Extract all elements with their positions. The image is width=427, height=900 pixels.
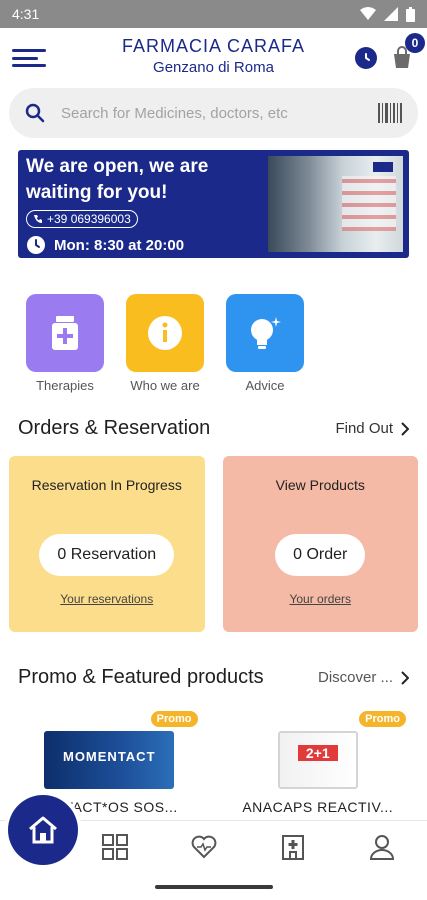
photo-screen	[373, 162, 394, 172]
discover-label: Discover ...	[317, 669, 393, 686]
opening-hours: Mon: 8:30 at 20:00	[26, 235, 260, 255]
product-image: 2+1	[277, 731, 358, 789]
discover-link[interactable]: Discover ...	[318, 669, 409, 686]
nav-categories-button[interactable]	[95, 827, 135, 867]
lightbulb-icon	[251, 317, 281, 349]
shortcut-who-we-are[interactable]: Who we are	[126, 294, 204, 393]
your-reservations-link[interactable]: Your reservations	[60, 592, 153, 606]
signal-icon	[384, 7, 398, 21]
banner-title: We are open, we are waiting for you!	[26, 156, 209, 203]
your-orders-link[interactable]: Your orders	[289, 592, 351, 606]
reservation-count-button[interactable]: 0 Reservation	[39, 534, 175, 576]
shortcut-therapies[interactable]: Therapies	[26, 294, 104, 393]
clock-icon	[365, 53, 370, 61]
cart-button[interactable]: 0	[391, 33, 425, 71]
promo-badge: Promo	[150, 711, 198, 727]
who-we-are-tile	[126, 294, 204, 372]
status-bar: 4:31	[0, 0, 427, 28]
categories-icon	[101, 834, 128, 860]
products-card-title: View Products	[275, 477, 365, 493]
search-icon	[25, 103, 45, 123]
shortcut-label: Who we are	[130, 378, 200, 393]
shortcut-advice[interactable]: Advice	[226, 294, 304, 393]
app-header: FARMACIA CARAFA Genzano di Roma 0	[0, 28, 427, 88]
home-icon	[29, 816, 57, 844]
clock-icon	[27, 236, 45, 254]
nav-profile-button[interactable]	[362, 827, 402, 867]
pharmacy-icon	[282, 835, 305, 860]
opening-hours-button[interactable]	[355, 47, 377, 69]
orders-cards: Reservation In Progress 0 Reservation Yo…	[0, 456, 427, 632]
phone-icon	[34, 215, 42, 223]
status-icons	[360, 6, 415, 22]
menu-button[interactable]	[12, 46, 50, 70]
orders-section-title: Orders & Reservation	[18, 417, 211, 439]
promo-badge: Promo	[359, 711, 406, 727]
search-bar	[9, 88, 418, 138]
pharmacy-photo	[268, 156, 403, 252]
gesture-bar[interactable]	[155, 885, 273, 889]
phone-number: +39 069396003	[47, 212, 131, 226]
reservation-card[interactable]: Reservation In Progress 0 Reservation Yo…	[9, 456, 205, 632]
nav-health-button[interactable]	[184, 827, 224, 867]
product-image-label: MOMENTACT	[62, 749, 156, 764]
cart-count-badge: 0	[405, 33, 425, 53]
product-card[interactable]: Promo 2+1 ANACAPS REACTIV...	[218, 711, 419, 821]
nav-pharmacy-button[interactable]	[273, 827, 313, 867]
orders-section-header: Orders & Reservation Find Out	[0, 417, 427, 440]
wifi-icon	[360, 7, 376, 20]
health-icon	[191, 835, 217, 859]
info-icon	[148, 316, 182, 350]
chevron-right-icon	[401, 670, 409, 685]
find-out-label: Find Out	[335, 420, 393, 437]
barcode-icon[interactable]	[378, 103, 402, 123]
promo-section-header: Promo & Featured products Discover ...	[0, 666, 427, 689]
product-image-label: 2+1	[297, 745, 338, 761]
nav-home-button[interactable]	[8, 795, 78, 865]
profile-icon	[370, 835, 395, 860]
chevron-right-icon	[401, 421, 409, 436]
reservation-card-title: Reservation In Progress	[31, 477, 182, 493]
advice-tile	[226, 294, 304, 372]
find-out-link[interactable]: Find Out	[335, 420, 409, 437]
photo-shelf	[342, 176, 397, 231]
shortcut-row: Therapies Who we are Advice	[0, 258, 427, 393]
promo-banner[interactable]: We are open, we are waiting for you! +39…	[18, 150, 409, 258]
phone-button[interactable]: +39 069396003	[26, 210, 138, 228]
menu-icon	[12, 49, 46, 52]
shortcut-label: Advice	[245, 378, 285, 393]
menu-icon-bar	[12, 56, 38, 60]
promo-section-title: Promo & Featured products	[18, 666, 264, 688]
therapies-tile	[26, 294, 104, 372]
product-name: ANACAPS REACTIV...	[242, 799, 394, 815]
search-input[interactable]	[61, 104, 362, 122]
medicine-icon	[52, 316, 78, 350]
products-card[interactable]: View Products 0 Order Your orders	[222, 456, 418, 632]
battery-icon	[406, 6, 415, 22]
hours-text: Mon: 8:30 at 20:00	[54, 236, 185, 254]
bottom-navigation	[0, 795, 427, 900]
status-time: 4:31	[12, 6, 40, 22]
order-count-button[interactable]: 0 Order	[275, 534, 366, 576]
product-image: MOMENTACT	[44, 731, 175, 789]
shortcut-label: Therapies	[36, 378, 94, 393]
menu-icon-bar	[12, 64, 46, 67]
